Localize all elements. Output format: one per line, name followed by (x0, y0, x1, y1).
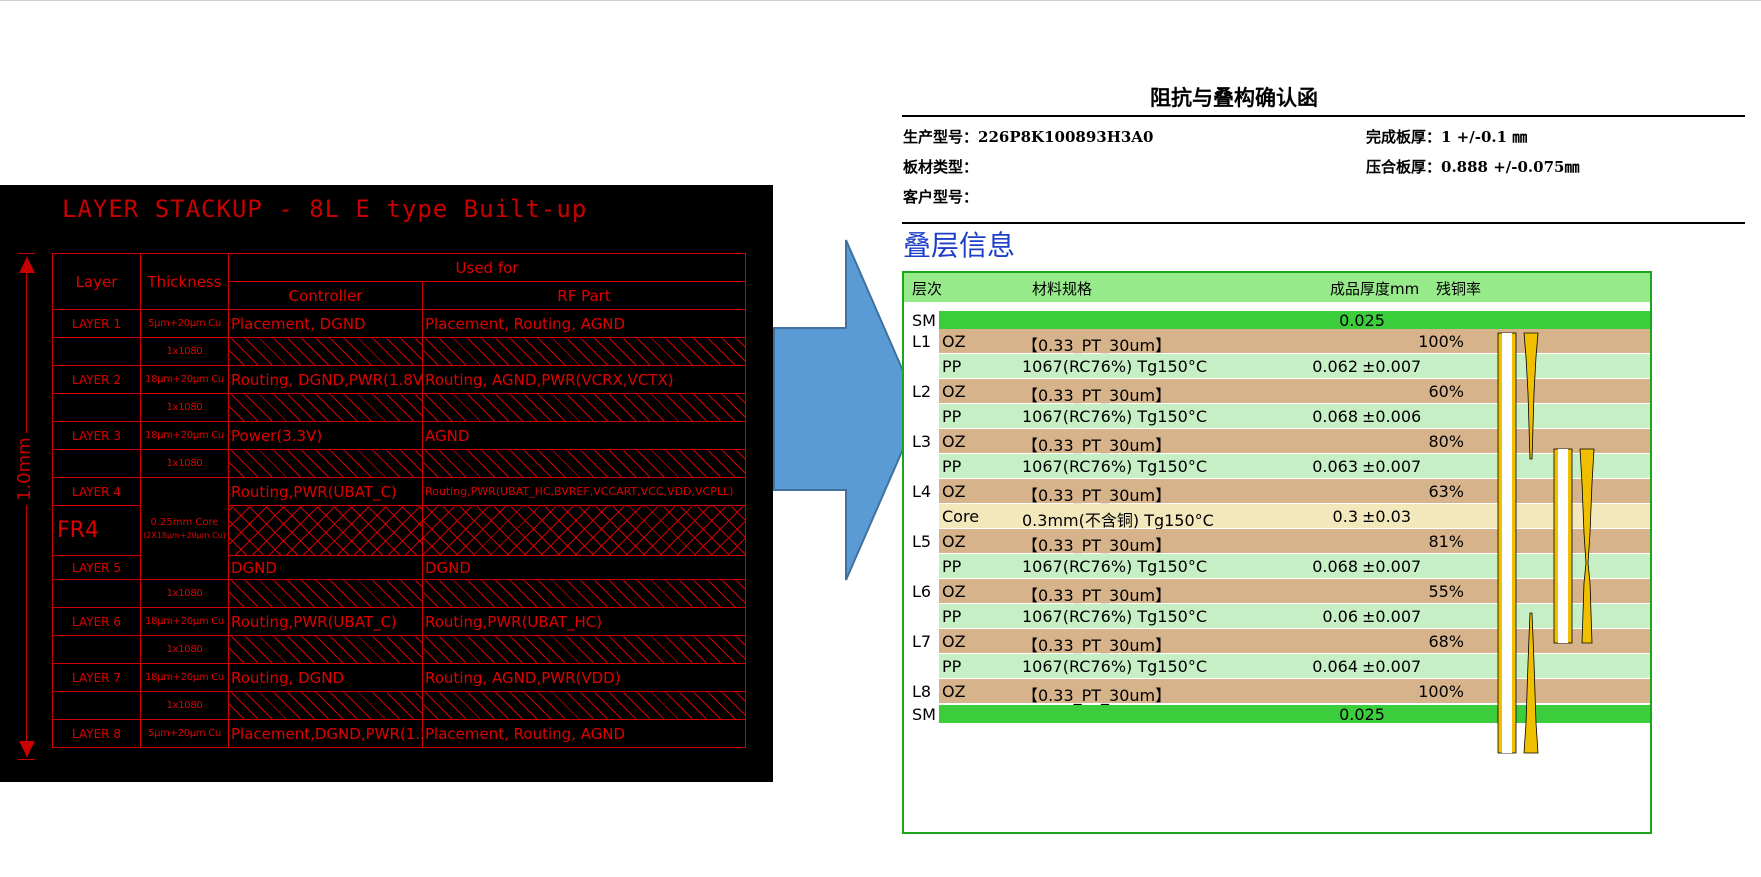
header-thickness: Thickness (140, 253, 229, 310)
header-layer: Layer (52, 253, 141, 310)
layer-thickness: 18μm+20μm Cu (140, 607, 229, 636)
info-rule (902, 222, 1745, 224)
rf-use: Routing, AGND,PWR(VCRX,VCTX) (422, 365, 746, 394)
dielectric-hatch (422, 579, 746, 608)
controller-use: Power(3.3V) (228, 421, 423, 450)
rf-use: Routing, AGND,PWR(VDD) (422, 663, 746, 692)
layer-thickness: 5μm+20μm Cu (140, 309, 229, 338)
cad-row-dielectric: 1x1080 (52, 449, 746, 478)
core-thickness-detail: (2X18μm+20μm Cu) (143, 530, 226, 540)
controller-use: Routing, DGND (228, 663, 423, 692)
controller-use: Routing, DGND,PWR(1.8V) (228, 365, 423, 394)
top-divider (0, 0, 1761, 1)
dielectric-hatch (422, 691, 746, 720)
controller-use: Routing,PWR(UBAT_C) (228, 607, 423, 636)
layer-name: LAYER 5 (52, 555, 141, 580)
core-crosshatch (228, 505, 423, 556)
cad-row-layer-6: LAYER 6 18μm+20μm Cu Routing,PWR(UBAT_C)… (52, 607, 746, 636)
dielectric-hatch (228, 579, 423, 608)
cad-row-layer-2: LAYER 2 18μm+20μm Cu Routing, DGND,PWR(1… (52, 365, 746, 394)
rf-use: Routing,PWR(UBAT_HC) (422, 607, 746, 636)
dielectric-thickness: 1x1080 (140, 635, 229, 664)
rf-use: AGND (422, 421, 746, 450)
layer-name: LAYER 1 (52, 309, 141, 338)
finished-thickness: 完成板厚：1 +/-0.1 ㎜ (1366, 128, 1528, 146)
layer-name: LAYER 2 (52, 365, 141, 394)
cad-row-dielectric: 1x1080 (52, 579, 746, 608)
layer-name: LAYER 3 (52, 421, 141, 450)
right-arrow-icon (773, 239, 922, 581)
dielectric-thickness: 1x1080 (140, 337, 229, 366)
cad-row-layer-8: LAYER 8 5μm+20μm Cu Placement,DGND,PWR(1… (52, 719, 746, 748)
press-thickness: 压合板厚：0.888 +/-0.075㎜ (1366, 158, 1580, 176)
dielectric-hatch (228, 393, 423, 422)
cad-stackup-drawing: LAYER STACKUP - 8L E type Built-up 1.0mm… (0, 185, 773, 782)
cad-row-dielectric: 1x1080 (52, 635, 746, 664)
cad-title: LAYER STACKUP - 8L E type Built-up (62, 195, 588, 223)
thickness-dimension-line (26, 257, 27, 757)
cad-row-layer-7: LAYER 7 18μm+20μm Cu Routing, DGND Routi… (52, 663, 746, 692)
header-controller: Controller (228, 281, 423, 310)
dimension-cap-bottom (18, 759, 35, 760)
dielectric-hatch (228, 635, 423, 664)
dielectric-hatch (228, 337, 423, 366)
header-rf-part: RF Part (422, 281, 746, 310)
dielectric-hatch (422, 635, 746, 664)
header-used-for: Used for (228, 253, 746, 282)
fr4-label: FR4 (52, 505, 141, 556)
cad-row-dielectric: 1x1080 (52, 337, 746, 366)
document-title: 阻抗与叠构确认函 (1150, 86, 1318, 110)
dielectric-hatch (422, 337, 746, 366)
cad-row-dielectric: 1x1080 (52, 691, 746, 720)
dielectric-hatch (228, 449, 423, 478)
core-crosshatch (422, 505, 746, 556)
via-illustration-icon (1497, 332, 1595, 754)
dielectric-hatch (228, 691, 423, 720)
dielectric-hatch (422, 449, 746, 478)
dimension-arrow-down-icon (19, 741, 35, 757)
rf-use: Placement, Routing, AGND (422, 309, 746, 338)
controller-use: Placement, DGND (228, 309, 423, 338)
dimension-arrow-up-icon (19, 257, 35, 273)
layer-name: LAYER 6 (52, 607, 141, 636)
dielectric-thickness: 1x1080 (140, 691, 229, 720)
cad-row-dielectric: 1x1080 (52, 393, 746, 422)
stackup-table: 层次 材料规格 成品厚度mm 残铜率 SM 0.025 L1 OZ 【0.33_PT_3… (902, 271, 1652, 834)
controller-use: DGND (228, 555, 423, 580)
dimension-cap-top (18, 253, 35, 254)
cad-stackup-table: Layer Thickness Used for Controller RF P… (52, 253, 746, 748)
board-material: 板材类型： (903, 158, 979, 176)
rf-use: Routing,PWR(UBAT_HC,BVREF,VCCART,VCC,VDD… (422, 477, 746, 506)
section-title: 叠层信息 (903, 229, 1016, 262)
layer-thickness: 18μm+20μm Cu (140, 663, 229, 692)
title-rule (902, 115, 1745, 117)
rf-use: Placement, Routing, AGND (422, 719, 746, 748)
core-thickness: 0.25mm Core (2X18μm+20μm Cu) (140, 477, 229, 580)
layer-name: LAYER 8 (52, 719, 141, 748)
controller-use: Placement,DGND,PWR(1.2V) (228, 719, 423, 748)
layer-name: LAYER 4 (52, 477, 141, 506)
rf-use: DGND (422, 555, 746, 580)
cad-row-layer-3: LAYER 3 18μm+20μm Cu Power(3.3V) AGND (52, 421, 746, 450)
cad-row-layer-1: LAYER 1 5μm+20μm Cu Placement, DGND Plac… (52, 309, 746, 338)
thickness-dimension-label: 1.0mm (14, 433, 35, 505)
core-thickness-main: 0.25mm Core (150, 516, 219, 528)
production-model: 生产型号：226P8K100893H3A0 (903, 128, 1154, 146)
controller-use: Routing,PWR(UBAT_C) (228, 477, 423, 506)
dielectric-thickness: 1x1080 (140, 449, 229, 478)
layer-thickness: 18μm+20μm Cu (140, 365, 229, 394)
dielectric-thickness: 1x1080 (140, 393, 229, 422)
cad-row-layer-4: LAYER 4 0.25mm Core (2X18μm+20μm Cu) Rou… (52, 477, 746, 580)
layer-thickness: 5μm+20μm Cu (140, 719, 229, 748)
dielectric-hatch (422, 393, 746, 422)
layer-name: LAYER 7 (52, 663, 141, 692)
dielectric-thickness: 1x1080 (140, 579, 229, 608)
layer-thickness: 18μm+20μm Cu (140, 421, 229, 450)
customer-model: 客户型号： (903, 188, 979, 206)
